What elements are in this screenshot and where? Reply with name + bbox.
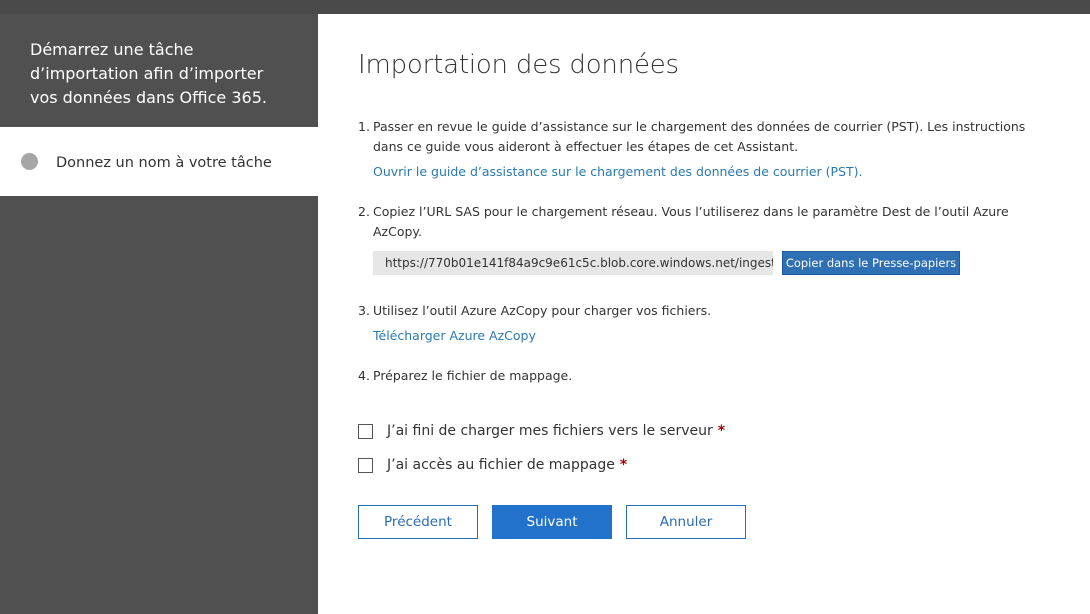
sidebar-header: Démarrez une tâche d’importation afin d’… bbox=[30, 40, 267, 107]
required-marker: * bbox=[717, 423, 726, 439]
step-number: 3. bbox=[358, 303, 370, 318]
step-text: Utilisez l’outil Azure AzCopy pour charg… bbox=[373, 303, 712, 318]
mapping-file-access-checkbox[interactable] bbox=[358, 457, 373, 473]
page-title: Importation des données bbox=[358, 50, 679, 80]
step-2: 2. Copiez l’URL SAS pour le chargement r… bbox=[358, 202, 1038, 275]
copy-to-clipboard-button[interactable]: Copier dans le Presse-papiers bbox=[782, 251, 960, 275]
step-indicator-dot-icon bbox=[21, 153, 38, 170]
sas-url-row: https://770b01e141f84a9c9e61c5c.blob.cor… bbox=[373, 251, 1038, 275]
step-number: 4. bbox=[358, 368, 370, 383]
download-azcopy-link[interactable]: Télécharger Azure AzCopy bbox=[373, 326, 536, 346]
top-bar bbox=[0, 0, 1090, 14]
sas-url-field[interactable]: https://770b01e141f84a9c9e61c5c.blob.cor… bbox=[373, 251, 773, 275]
previous-button[interactable]: Précédent bbox=[358, 505, 478, 539]
next-button[interactable]: Suivant bbox=[492, 505, 612, 539]
step-3: 3. Utilisez l’outil Azure AzCopy pour ch… bbox=[358, 301, 1038, 346]
upload-finished-checkbox-row[interactable]: J’ai fini de charger mes fichiers vers l… bbox=[358, 423, 725, 439]
step-text: Copiez l’URL SAS pour le chargement rése… bbox=[373, 204, 1009, 239]
wizard-sidebar: Démarrez une tâche d’importation afin d’… bbox=[0, 14, 318, 614]
upload-finished-checkbox[interactable] bbox=[358, 423, 373, 439]
step-1: 1. Passer en revue le guide d’assistance… bbox=[358, 117, 1038, 182]
mapping-file-access-checkbox-row[interactable]: J’ai accès au fichier de mappage * bbox=[358, 457, 627, 473]
step-number: 2. bbox=[358, 204, 370, 219]
step-4: 4. Préparez le fichier de mappage. bbox=[358, 366, 1038, 386]
open-pst-guide-link[interactable]: Ouvrir le guide d’assistance sur le char… bbox=[373, 162, 863, 182]
required-marker: * bbox=[619, 457, 628, 473]
cancel-button[interactable]: Annuler bbox=[626, 505, 746, 539]
main-content: Importation des données 1. Passer en rev… bbox=[358, 14, 1058, 614]
step-number: 1. bbox=[358, 119, 370, 134]
step-text: Passer en revue le guide d’assistance su… bbox=[373, 119, 1026, 154]
wizard-buttons: Précédent Suivant Annuler bbox=[358, 505, 760, 539]
sidebar-step-name-task[interactable]: Donnez un nom à votre tâche bbox=[0, 127, 318, 196]
checkbox-label: J’ai accès au fichier de mappage bbox=[387, 457, 615, 473]
checkbox-label: J’ai fini de charger mes fichiers vers l… bbox=[387, 423, 713, 439]
step-text: Préparez le fichier de mappage. bbox=[373, 368, 573, 383]
sidebar-step-label: Donnez un nom à votre tâche bbox=[56, 154, 272, 171]
